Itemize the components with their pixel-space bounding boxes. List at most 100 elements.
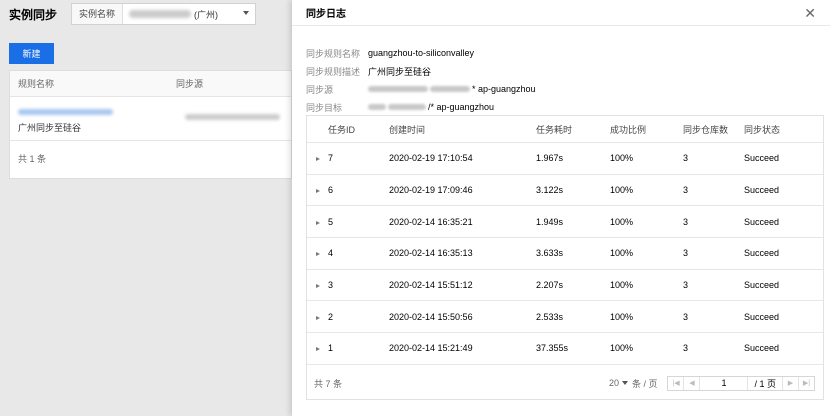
duration: 1.949s [536, 216, 564, 227]
instance-name-redacted [129, 10, 192, 18]
status: Succeed [744, 153, 780, 164]
caret-right-icon[interactable] [316, 220, 320, 225]
created-time: 2020-02-14 15:50:56 [389, 311, 473, 322]
instance-region: (广州) [194, 9, 219, 20]
table-row[interactable]: 3 2020-02-14 15:51:12 2.207s 100% 3 Succeed [307, 270, 823, 302]
expand-icon[interactable] [307, 185, 328, 195]
success-rate: 100% [610, 311, 634, 322]
caret-right-icon[interactable] [316, 157, 320, 162]
caret-right-icon[interactable] [316, 189, 320, 194]
col-created-time: 创建时间 [389, 124, 426, 135]
info-label: 同步目标 [306, 102, 343, 113]
target-redacted [388, 104, 426, 110]
info-rule-desc: 同步规则描述 广州同步至硅谷 [306, 62, 536, 80]
instance-selector[interactable]: 实例名称 (广州) [71, 3, 257, 25]
sync-log-table: 任务ID 创建时间 任务耗时 成功比例 同步仓库数 同步状态 7 2020-02-… [306, 115, 824, 400]
table-header: 任务ID 创建时间 任务耗时 成功比例 同步仓库数 同步状态 [307, 116, 823, 143]
status: Succeed [744, 311, 780, 322]
expand-icon[interactable] [307, 312, 328, 322]
chevron-down-icon [243, 11, 250, 15]
created-time: 2020-02-19 17:09:46 [389, 185, 473, 196]
page-input[interactable] [700, 376, 749, 390]
next-page-icon[interactable]: ▶ [782, 376, 798, 390]
table-row[interactable]: 4 2020-02-14 16:35:13 3.633s 100% 3 Succeed [307, 238, 823, 270]
info-rule-name: 同步规则名称 guangzhou-to-siliconvalley [306, 44, 536, 62]
caret-right-icon[interactable] [316, 252, 320, 257]
col-rule-name: 规则名称 [18, 79, 55, 89]
info-value: guangzhou-to-siliconvalley [368, 48, 475, 58]
table-row[interactable]: 广州同步至硅谷 [10, 97, 291, 141]
repo-count: 3 [683, 280, 689, 291]
table-body: 7 2020-02-19 17:10:54 1.967s 100% 3 Succeed 6 2… [307, 143, 823, 365]
repo-count: 3 [683, 343, 689, 354]
created-time: 2020-02-14 15:21:49 [389, 343, 473, 354]
rule-info: 同步规则名称 guangzhou-to-siliconvalley 同步规则描述… [306, 44, 536, 116]
instance-dropdown[interactable]: (广州) [123, 4, 255, 24]
duration: 1.967s [536, 153, 564, 164]
task-id: 7 [328, 153, 334, 164]
source-redacted [185, 114, 280, 120]
source-region: * ap-guangzhou [472, 84, 536, 94]
info-label: 同步源 [306, 84, 334, 95]
total-count: 共 7 条 [314, 378, 343, 389]
expand-icon[interactable] [307, 280, 328, 290]
table-row[interactable]: 2 2020-02-14 15:50:56 2.533s 100% 3 Succeed [307, 301, 823, 334]
page-title: 实例同步 [9, 7, 58, 22]
task-id: 1 [328, 343, 334, 354]
expand-icon[interactable] [307, 248, 328, 258]
success-rate: 100% [610, 280, 634, 291]
target-region: /* ap-guangzhou [428, 102, 495, 112]
rules-table-header: 规则名称 同步源 [10, 71, 291, 97]
repo-count: 3 [683, 185, 689, 196]
expand-icon[interactable] [307, 153, 328, 163]
task-id: 2 [328, 311, 334, 322]
created-time: 2020-02-19 17:10:54 [389, 153, 473, 164]
instance-label: 实例名称 [72, 4, 124, 24]
col-task-id: 任务ID [328, 124, 356, 135]
page-header: 实例同步 实例名称 (广州) [0, 0, 292, 28]
page-size-unit: 条 / 页 [631, 378, 658, 389]
caret-right-icon[interactable] [316, 347, 320, 352]
caret-right-icon[interactable] [316, 284, 320, 289]
success-rate: 100% [610, 248, 634, 259]
col-sync-source: 同步源 [176, 79, 204, 89]
task-id: 4 [328, 248, 334, 259]
duration: 3.122s [536, 185, 564, 196]
chevron-down-icon [621, 381, 628, 385]
repo-count: 3 [683, 216, 689, 227]
success-rate: 100% [610, 216, 634, 227]
table-row[interactable]: 6 2020-02-19 17:09:46 3.122s 100% 3 Succeed [307, 175, 823, 207]
close-icon[interactable]: ✕ [804, 6, 816, 20]
first-page-icon[interactable]: |◀ [668, 376, 685, 390]
duration: 2.207s [536, 280, 564, 291]
task-id: 3 [328, 280, 334, 291]
created-time: 2020-02-14 16:35:21 [389, 216, 473, 227]
rules-table: 规则名称 同步源 广州同步至硅谷 共 1 条 [9, 70, 292, 179]
table-footer: 共 7 条 20 条 / 页 |◀ ◀ / 1 页 ▶ ▶| [307, 367, 823, 399]
table-row[interactable]: 7 2020-02-19 17:10:54 1.967s 100% 3 Succeed [307, 143, 823, 175]
success-rate: 100% [610, 153, 634, 164]
info-value: /* ap-guangzhou [368, 102, 494, 112]
page-size-selector[interactable]: 20 条 / 页 [609, 377, 658, 390]
source-redacted [368, 86, 428, 92]
rules-total: 共 1 条 [18, 154, 47, 164]
prev-page-icon[interactable]: ◀ [684, 376, 701, 390]
rule-name-link-redacted[interactable] [18, 109, 113, 115]
table-row[interactable]: 1 2020-02-14 15:21:49 37.355s 100% 3 Succeed [307, 333, 823, 365]
created-time: 2020-02-14 16:35:13 [389, 248, 473, 259]
info-value: * ap-guangzhou [368, 84, 536, 94]
info-value: 广州同步至硅谷 [368, 66, 432, 77]
col-status: 同步状态 [744, 124, 781, 135]
duration: 2.533s [536, 311, 564, 322]
table-row[interactable]: 5 2020-02-14 16:35:21 1.949s 100% 3 Succeed [307, 206, 823, 239]
expand-icon[interactable] [307, 217, 328, 227]
pagination: |◀ ◀ / 1 页 ▶ ▶| [667, 375, 815, 391]
repo-count: 3 [683, 311, 689, 322]
new-button[interactable]: 新建 [9, 43, 54, 64]
created-time: 2020-02-14 15:51:12 [389, 280, 473, 291]
caret-right-icon[interactable] [316, 315, 320, 320]
expand-icon[interactable] [307, 343, 328, 353]
last-page-icon[interactable]: ▶| [798, 376, 814, 390]
success-rate: 100% [610, 343, 634, 354]
background-page: 实例同步 实例名称 (广州) 新建 规则名称 同步源 广州同步至硅谷 共 1 条 [0, 0, 292, 416]
